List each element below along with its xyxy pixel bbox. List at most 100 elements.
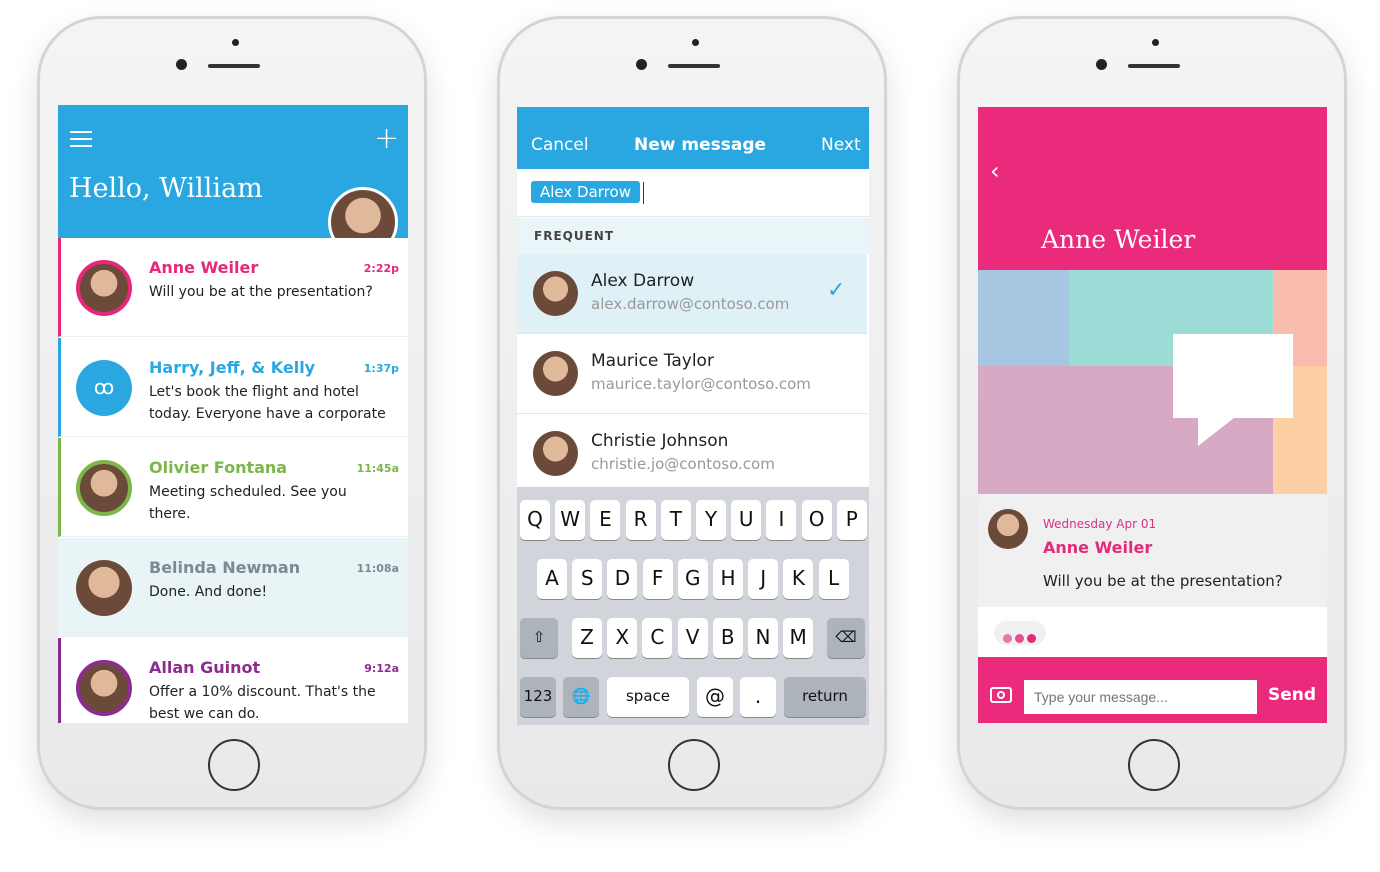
key-b[interactable]: B — [712, 618, 743, 658]
contact-avatar — [533, 351, 578, 396]
message-text: Will you be at the presentation? — [1043, 572, 1283, 590]
conversation-item[interactable]: Anne Weiler 2:22p Will you be at the pre… — [58, 238, 408, 337]
message-preview: Will you be at the presentation? — [149, 284, 373, 300]
group-icon: ꝏ — [76, 360, 132, 416]
message-date: Wednesday Apr 01 — [1043, 517, 1157, 531]
sender-avatar — [988, 509, 1028, 549]
key-s[interactable]: S — [572, 559, 603, 599]
speaker — [208, 64, 260, 68]
contact-item[interactable]: Maurice Taylor maurice.taylor@contoso.co… — [517, 334, 867, 414]
typing-indicator — [994, 621, 1046, 645]
home-button[interactable] — [668, 739, 720, 791]
send-button[interactable]: Send — [1268, 685, 1316, 705]
key-e[interactable]: E — [590, 500, 621, 540]
speaker — [1128, 64, 1180, 68]
contact-name: Christie Johnson — [591, 431, 729, 451]
key-k[interactable]: K — [783, 559, 814, 599]
contact-item[interactable]: Alex Darrow alex.darrow@contoso.com ✓ — [517, 254, 867, 334]
key-n[interactable]: N — [748, 618, 778, 658]
contact-email: christie.jo@contoso.com — [591, 455, 775, 473]
key-v[interactable]: V — [677, 618, 708, 658]
section-header: FREQUENT — [517, 218, 869, 254]
typing-area — [978, 607, 1327, 657]
key-u[interactable]: U — [731, 500, 762, 540]
key-i[interactable]: I — [766, 500, 797, 540]
keyboard: Q W E R T Y U I O P A S D F G H J K L ⇧ Z X C V B N M ⌫ 123 🌐 space @. r… — [517, 487, 869, 725]
key-c[interactable]: C — [642, 618, 673, 658]
key-y[interactable]: Y — [696, 500, 726, 540]
contact-avatar — [533, 431, 578, 476]
phone-frame-3: ‹ Anne Weiler Wednesday Apr 01 Anne Weil… — [957, 16, 1347, 810]
key-o[interactable]: O — [801, 500, 832, 540]
key-r[interactable]: R — [625, 500, 656, 540]
cancel-button[interactable]: Cancel — [531, 135, 589, 155]
message-time: 9:12a — [364, 662, 399, 675]
message-input[interactable] — [1024, 680, 1257, 714]
key-j[interactable]: J — [748, 559, 779, 599]
front-camera — [176, 59, 187, 70]
contact-avatar — [76, 460, 132, 516]
conversation-item[interactable]: Olivier Fontana 11:45a Meeting scheduled… — [58, 438, 408, 537]
conversation-item[interactable]: ꝏ Harry, Jeff, & Kelly 1:37p Let's book … — [58, 338, 408, 437]
contact-avatar — [533, 271, 578, 316]
text-cursor — [643, 182, 644, 204]
space-key[interactable]: space — [607, 677, 689, 717]
key-p[interactable]: P — [836, 500, 867, 540]
header: + Hello, William — [58, 105, 408, 257]
contact-name: Olivier Fontana — [149, 458, 288, 477]
at-key[interactable]: @ — [697, 677, 733, 717]
key-w[interactable]: W — [555, 500, 586, 540]
contact-email: maurice.taylor@contoso.com — [591, 375, 811, 393]
hamburger-icon[interactable] — [70, 131, 92, 147]
key-h[interactable]: H — [713, 559, 743, 599]
key-m[interactable]: M — [783, 618, 814, 658]
camera-icon[interactable] — [990, 687, 1012, 703]
contact-name: Belinda Newman — [149, 558, 301, 577]
key-l[interactable]: L — [818, 559, 849, 599]
phone-frame-2: Cancel New message Next Alex Darrow FREQ… — [497, 16, 887, 810]
to-field[interactable]: Alex Darrow — [517, 169, 869, 217]
contact-name: Harry, Jeff, & Kelly — [149, 358, 316, 377]
plus-icon[interactable]: + — [374, 124, 399, 154]
backspace-key[interactable]: ⌫ — [827, 618, 865, 658]
contact-avatar — [76, 560, 132, 616]
numbers-key[interactable]: 123 — [520, 677, 556, 717]
home-button[interactable] — [208, 739, 260, 791]
contact-email: alex.darrow@contoso.com — [591, 295, 790, 313]
key-f[interactable]: F — [642, 559, 673, 599]
key-z[interactable]: Z — [572, 618, 602, 658]
period-key[interactable]: . — [740, 677, 776, 717]
conversation-item[interactable]: Allan Guinot 9:12a Offer a 10% discount.… — [58, 638, 408, 723]
message-time: 1:37p — [363, 362, 399, 375]
compose-bar: Send — [978, 657, 1327, 723]
key-t[interactable]: T — [660, 500, 691, 540]
key-x[interactable]: X — [607, 618, 638, 658]
front-camera — [636, 59, 647, 70]
key-d[interactable]: D — [607, 559, 638, 599]
contact-name: Alex Darrow — [591, 271, 695, 291]
contact-avatar — [76, 660, 132, 716]
back-chevron-icon[interactable]: ‹ — [990, 157, 1000, 185]
next-button[interactable]: Next — [821, 135, 861, 155]
home-button[interactable] — [1128, 739, 1180, 791]
conversation-item[interactable]: Belinda Newman 11:08a Done. And done! — [58, 538, 408, 637]
contact-item[interactable]: Christie Johnson christie.jo@contoso.com — [517, 414, 867, 494]
return-key[interactable]: return — [784, 677, 866, 717]
key-g[interactable]: G — [677, 559, 708, 599]
globe-key[interactable]: 🌐 — [563, 677, 599, 717]
message-preview: Meeting scheduled. See you there. — [149, 484, 347, 522]
key-q[interactable]: Q — [520, 500, 550, 540]
message-time: 11:08a — [356, 562, 399, 575]
sensor — [1152, 39, 1159, 46]
new-message-screen: Cancel New message Next Alex Darrow FREQ… — [517, 107, 869, 725]
message-preview: Let's book the flight and hotel today. E… — [149, 384, 386, 422]
message-time: 2:22p — [363, 262, 399, 275]
key-a[interactable]: A — [537, 559, 567, 599]
phone-frame-1: + Hello, William Anne Weiler 2:22p Will … — [37, 16, 427, 810]
shift-key[interactable]: ⇧ — [520, 618, 558, 658]
contact-name: Anne Weiler — [149, 258, 259, 277]
contact-title: Anne Weiler — [1041, 225, 1196, 254]
recipient-chip[interactable]: Alex Darrow — [531, 181, 640, 203]
contact-avatar — [76, 260, 132, 316]
message-preview: Offer a 10% discount. That's the best we… — [149, 684, 376, 722]
